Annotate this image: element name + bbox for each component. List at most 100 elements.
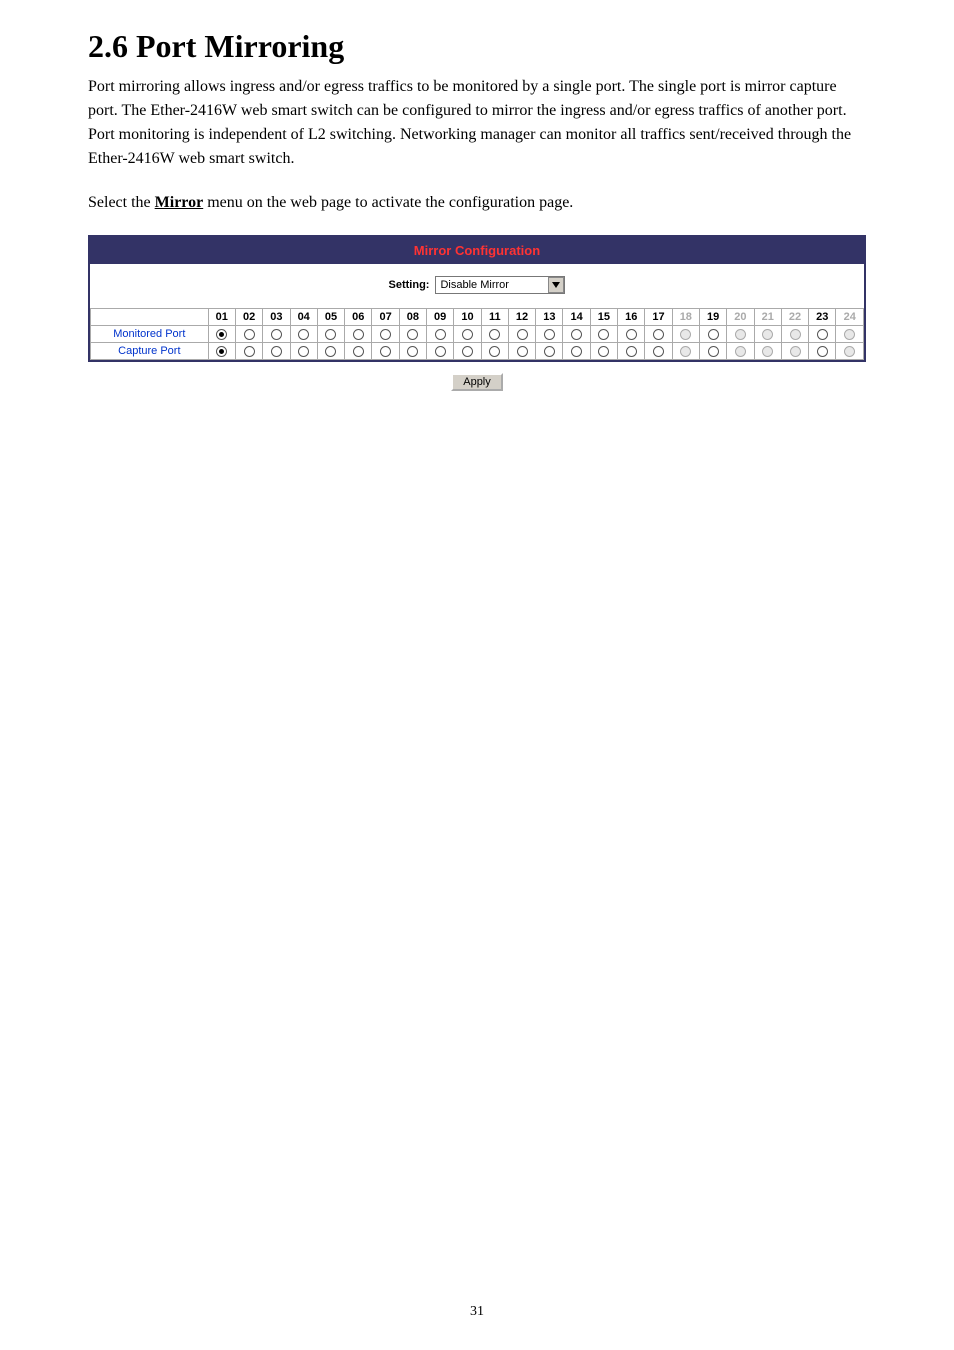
port-cell bbox=[809, 326, 836, 343]
port-radio[interactable] bbox=[598, 329, 609, 340]
port-cell bbox=[754, 326, 781, 343]
port-cell bbox=[508, 326, 535, 343]
setting-select[interactable]: Disable Mirror bbox=[435, 276, 565, 294]
setting-row: Setting: Disable Mirror bbox=[90, 264, 864, 308]
mirror-menu-link: Mirror bbox=[155, 194, 204, 211]
setting-label: Setting: bbox=[389, 279, 430, 291]
port-radio[interactable] bbox=[298, 346, 309, 357]
apply-row: Apply bbox=[88, 362, 866, 401]
port-column-22: 22 bbox=[781, 309, 808, 326]
port-radio[interactable] bbox=[817, 329, 828, 340]
port-radio[interactable] bbox=[216, 346, 227, 357]
port-cell bbox=[781, 326, 808, 343]
port-column-12: 12 bbox=[508, 309, 535, 326]
port-radio[interactable] bbox=[353, 329, 364, 340]
port-radio[interactable] bbox=[271, 329, 282, 340]
port-radio bbox=[844, 329, 855, 340]
port-cell bbox=[290, 326, 317, 343]
port-column-07: 07 bbox=[372, 309, 399, 326]
port-cell bbox=[208, 326, 235, 343]
port-cell bbox=[754, 343, 781, 360]
table-row: Capture Port bbox=[91, 343, 864, 360]
table-corner-cell bbox=[91, 309, 209, 326]
port-cell bbox=[618, 343, 645, 360]
port-radio[interactable] bbox=[708, 329, 719, 340]
section-title: 2.6 Port Mirroring bbox=[88, 28, 866, 65]
port-radio[interactable] bbox=[435, 329, 446, 340]
port-column-23: 23 bbox=[809, 309, 836, 326]
port-radio bbox=[790, 329, 801, 340]
port-cell bbox=[727, 326, 754, 343]
port-radio[interactable] bbox=[325, 346, 336, 357]
port-cell bbox=[590, 326, 617, 343]
port-radio[interactable] bbox=[244, 329, 255, 340]
port-radio[interactable] bbox=[353, 346, 364, 357]
port-cell bbox=[427, 326, 454, 343]
port-radio[interactable] bbox=[653, 346, 664, 357]
port-radio bbox=[735, 329, 746, 340]
port-radio[interactable] bbox=[407, 329, 418, 340]
port-cell bbox=[563, 343, 590, 360]
port-column-18: 18 bbox=[672, 309, 699, 326]
port-cell bbox=[399, 326, 426, 343]
port-cell bbox=[672, 326, 699, 343]
port-column-19: 19 bbox=[699, 309, 726, 326]
port-cell bbox=[481, 343, 508, 360]
paragraph2-post: menu on the web page to activate the con… bbox=[203, 194, 573, 211]
apply-button[interactable]: Apply bbox=[451, 373, 503, 391]
port-radio[interactable] bbox=[325, 329, 336, 340]
port-radio[interactable] bbox=[544, 346, 555, 357]
port-cell bbox=[345, 326, 372, 343]
port-radio[interactable] bbox=[653, 329, 664, 340]
port-radio[interactable] bbox=[462, 329, 473, 340]
port-cell bbox=[836, 326, 864, 343]
port-radio[interactable] bbox=[817, 346, 828, 357]
port-column-21: 21 bbox=[754, 309, 781, 326]
port-table: 0102030405060708091011121314151617181920… bbox=[90, 308, 864, 360]
port-radio[interactable] bbox=[571, 329, 582, 340]
mirror-config-panel: Mirror Configuration Setting: Disable Mi… bbox=[88, 235, 866, 362]
port-radio[interactable] bbox=[216, 329, 227, 340]
port-radio[interactable] bbox=[598, 346, 609, 357]
port-radio bbox=[762, 329, 773, 340]
port-radio[interactable] bbox=[380, 346, 391, 357]
port-cell bbox=[372, 326, 399, 343]
port-radio[interactable] bbox=[571, 346, 582, 357]
port-column-17: 17 bbox=[645, 309, 672, 326]
port-radio[interactable] bbox=[298, 329, 309, 340]
port-column-02: 02 bbox=[235, 309, 262, 326]
port-radio[interactable] bbox=[244, 346, 255, 357]
port-cell bbox=[809, 343, 836, 360]
port-radio[interactable] bbox=[517, 346, 528, 357]
row-label: Monitored Port bbox=[91, 326, 209, 343]
port-radio[interactable] bbox=[462, 346, 473, 357]
port-column-13: 13 bbox=[536, 309, 563, 326]
port-radio[interactable] bbox=[435, 346, 446, 357]
port-radio[interactable] bbox=[626, 329, 637, 340]
port-column-08: 08 bbox=[399, 309, 426, 326]
port-radio[interactable] bbox=[626, 346, 637, 357]
port-radio[interactable] bbox=[517, 329, 528, 340]
port-cell bbox=[208, 343, 235, 360]
port-cell bbox=[699, 343, 726, 360]
port-radio[interactable] bbox=[271, 346, 282, 357]
port-radio[interactable] bbox=[544, 329, 555, 340]
port-radio[interactable] bbox=[708, 346, 719, 357]
port-radio[interactable] bbox=[380, 329, 391, 340]
port-column-16: 16 bbox=[618, 309, 645, 326]
port-cell bbox=[427, 343, 454, 360]
port-radio[interactable] bbox=[489, 329, 500, 340]
port-cell bbox=[727, 343, 754, 360]
port-cell bbox=[508, 343, 535, 360]
port-cell bbox=[399, 343, 426, 360]
port-column-01: 01 bbox=[208, 309, 235, 326]
port-radio[interactable] bbox=[489, 346, 500, 357]
port-radio bbox=[735, 346, 746, 357]
port-cell bbox=[290, 343, 317, 360]
port-column-14: 14 bbox=[563, 309, 590, 326]
port-column-11: 11 bbox=[481, 309, 508, 326]
port-cell bbox=[481, 326, 508, 343]
chevron-down-icon[interactable] bbox=[548, 277, 564, 293]
port-cell bbox=[536, 326, 563, 343]
port-radio[interactable] bbox=[407, 346, 418, 357]
